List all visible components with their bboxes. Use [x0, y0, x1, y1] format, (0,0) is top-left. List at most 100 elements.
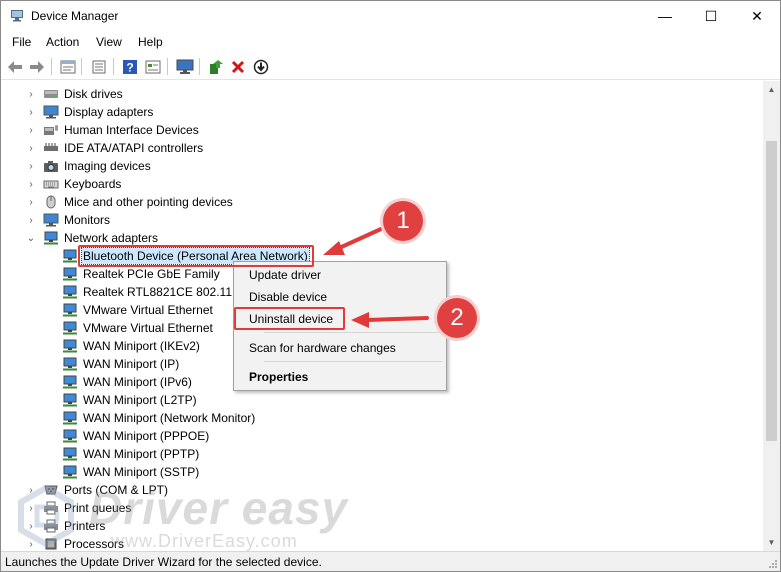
tree-label: WAN Miniport (IKEv2)	[83, 339, 200, 353]
chevron-right-icon[interactable]: ›	[26, 121, 36, 139]
scroll-down-icon[interactable]: ▼	[763, 534, 780, 551]
maximize-button[interactable]: ☐	[688, 1, 734, 31]
context-disable-device[interactable]: Disable device	[235, 286, 445, 308]
tree-item-hid[interactable]: › Human Interface Devices	[26, 121, 200, 139]
menu-action[interactable]: Action	[46, 35, 79, 49]
device-manager-window: Device Manager — ☐ ✕ File Action View He…	[0, 0, 781, 572]
toolbar: ?	[1, 53, 780, 80]
resize-grip-icon[interactable]	[768, 559, 778, 569]
vertical-scrollbar[interactable]: ▲ ▼	[763, 81, 780, 551]
highlight-bluetooth-device	[78, 245, 314, 267]
tree-label: Disk drives	[64, 87, 123, 101]
close-button[interactable]: ✕	[734, 1, 780, 31]
monitor-icon	[43, 213, 59, 227]
tree-item-vmware-1[interactable]: VMware Virtual Ethernet	[62, 301, 214, 319]
tree-item-wan-ikev2[interactable]: WAN Miniport (IKEv2)	[62, 337, 201, 355]
view-icon[interactable]	[143, 57, 163, 76]
tree-item-disk-drives[interactable]: › Disk drives	[26, 85, 124, 103]
tree-item-mice[interactable]: › Mice and other pointing devices	[26, 193, 234, 211]
context-separator	[264, 361, 442, 362]
tree-label: WAN Miniport (PPTP)	[83, 447, 200, 461]
device-manager-icon	[11, 10, 23, 22]
tree-item-realtek-wifi[interactable]: Realtek RTL8821CE 802.11	[62, 283, 233, 301]
network-adapter-icon	[63, 411, 77, 425]
drivereasy-logo-icon	[18, 485, 74, 547]
menu-view[interactable]: View	[96, 35, 122, 49]
status-bar: Launches the Update Driver Wizard for th…	[1, 551, 780, 571]
network-adapter-icon	[63, 393, 77, 407]
help-icon[interactable]: ?	[120, 57, 140, 76]
tree-label: WAN Miniport (PPPOE)	[83, 429, 210, 443]
tree-item-wan-ipv6[interactable]: WAN Miniport (IPv6)	[62, 373, 193, 391]
tree-item-realtek-gbe[interactable]: Realtek PCIe GbE Family	[62, 265, 221, 283]
network-adapter-icon	[63, 267, 77, 281]
tree-label: Imaging devices	[64, 159, 151, 173]
tree-label: Monitors	[64, 213, 111, 227]
scroll-up-icon[interactable]: ▲	[763, 81, 780, 98]
tree-label: WAN Miniport (SSTP)	[83, 465, 200, 479]
tree-item-wan-netmon[interactable]: WAN Miniport (Network Monitor)	[62, 409, 256, 427]
network-adapter-icon	[63, 303, 77, 317]
network-adapter-icon	[63, 375, 77, 389]
toolbar-separator	[167, 58, 168, 75]
properties-icon[interactable]	[58, 57, 78, 76]
hid-icon	[44, 125, 58, 135]
network-adapter-icon	[63, 465, 77, 479]
toolbar-separator	[81, 58, 82, 75]
context-properties[interactable]: Properties	[235, 366, 445, 388]
tree-label: Realtek PCIe GbE Family	[83, 267, 220, 281]
watermark-brand: Driver easy	[89, 482, 349, 534]
highlight-uninstall-device	[234, 307, 345, 330]
list-icon[interactable]	[89, 57, 109, 76]
context-update-driver[interactable]: Update driver	[235, 264, 445, 286]
chevron-right-icon[interactable]: ›	[26, 193, 36, 211]
download-icon[interactable]	[251, 57, 271, 76]
annotation-badge-1: 1	[383, 201, 423, 241]
tree-item-keyboards[interactable]: › Keyboards	[26, 175, 122, 193]
menu-help[interactable]: Help	[138, 35, 163, 49]
tree-label: WAN Miniport (IP)	[83, 357, 180, 371]
network-adapter-icon	[63, 357, 77, 371]
update-driver-icon[interactable]	[206, 57, 226, 76]
minimize-button[interactable]: —	[642, 1, 688, 31]
tree-label: Network adapters	[64, 231, 159, 245]
chevron-right-icon[interactable]: ›	[26, 103, 36, 121]
forward-icon[interactable]	[27, 57, 47, 76]
network-adapter-icon	[63, 249, 77, 263]
tree-item-wan-sstp[interactable]: WAN Miniport (SSTP)	[62, 463, 200, 481]
chevron-right-icon[interactable]: ›	[26, 175, 36, 193]
menu-file[interactable]: File	[12, 35, 31, 49]
tree-item-wan-pppoe[interactable]: WAN Miniport (PPPOE)	[62, 427, 210, 445]
tree-item-monitors[interactable]: › Monitors	[26, 211, 111, 229]
tree-item-ide[interactable]: › IDE ATA/ATAPI controllers	[26, 139, 204, 157]
tree-item-wan-ip[interactable]: WAN Miniport (IP)	[62, 355, 180, 373]
tree-item-display-adapters[interactable]: › Display adapters	[26, 103, 154, 121]
network-adapter-icon	[63, 321, 77, 335]
network-adapter-icon	[63, 285, 77, 299]
toolbar-separator	[51, 58, 52, 75]
status-text: Launches the Update Driver Wizard for th…	[5, 555, 322, 569]
chevron-right-icon[interactable]: ›	[26, 85, 36, 103]
scroll-thumb[interactable]	[766, 141, 777, 441]
tree-label: Mice and other pointing devices	[64, 195, 233, 209]
context-separator	[264, 332, 442, 333]
camera-icon	[44, 161, 58, 172]
tree-item-wan-l2tp[interactable]: WAN Miniport (L2TP)	[62, 391, 198, 409]
svg-text:?: ?	[126, 60, 133, 74]
keyboard-icon	[43, 180, 59, 189]
chevron-right-icon[interactable]: ›	[26, 157, 36, 175]
back-icon[interactable]	[5, 57, 25, 76]
network-adapter-icon	[63, 429, 77, 443]
uninstall-icon[interactable]	[228, 57, 248, 76]
chevron-right-icon[interactable]: ›	[26, 211, 36, 229]
tree-item-vmware-2[interactable]: VMware Virtual Ethernet	[62, 319, 214, 337]
chevron-down-icon[interactable]: ⌄	[26, 229, 36, 247]
chevron-right-icon[interactable]: ›	[26, 139, 36, 157]
monitor-icon[interactable]	[175, 57, 195, 76]
title-bar: Device Manager — ☐ ✕	[1, 1, 780, 31]
network-adapter-icon	[63, 339, 77, 353]
tree-label: Display adapters	[64, 105, 154, 119]
tree-item-wan-pptp[interactable]: WAN Miniport (PPTP)	[62, 445, 200, 463]
context-scan-hardware[interactable]: Scan for hardware changes	[235, 337, 445, 359]
tree-item-imaging[interactable]: › Imaging devices	[26, 157, 152, 175]
